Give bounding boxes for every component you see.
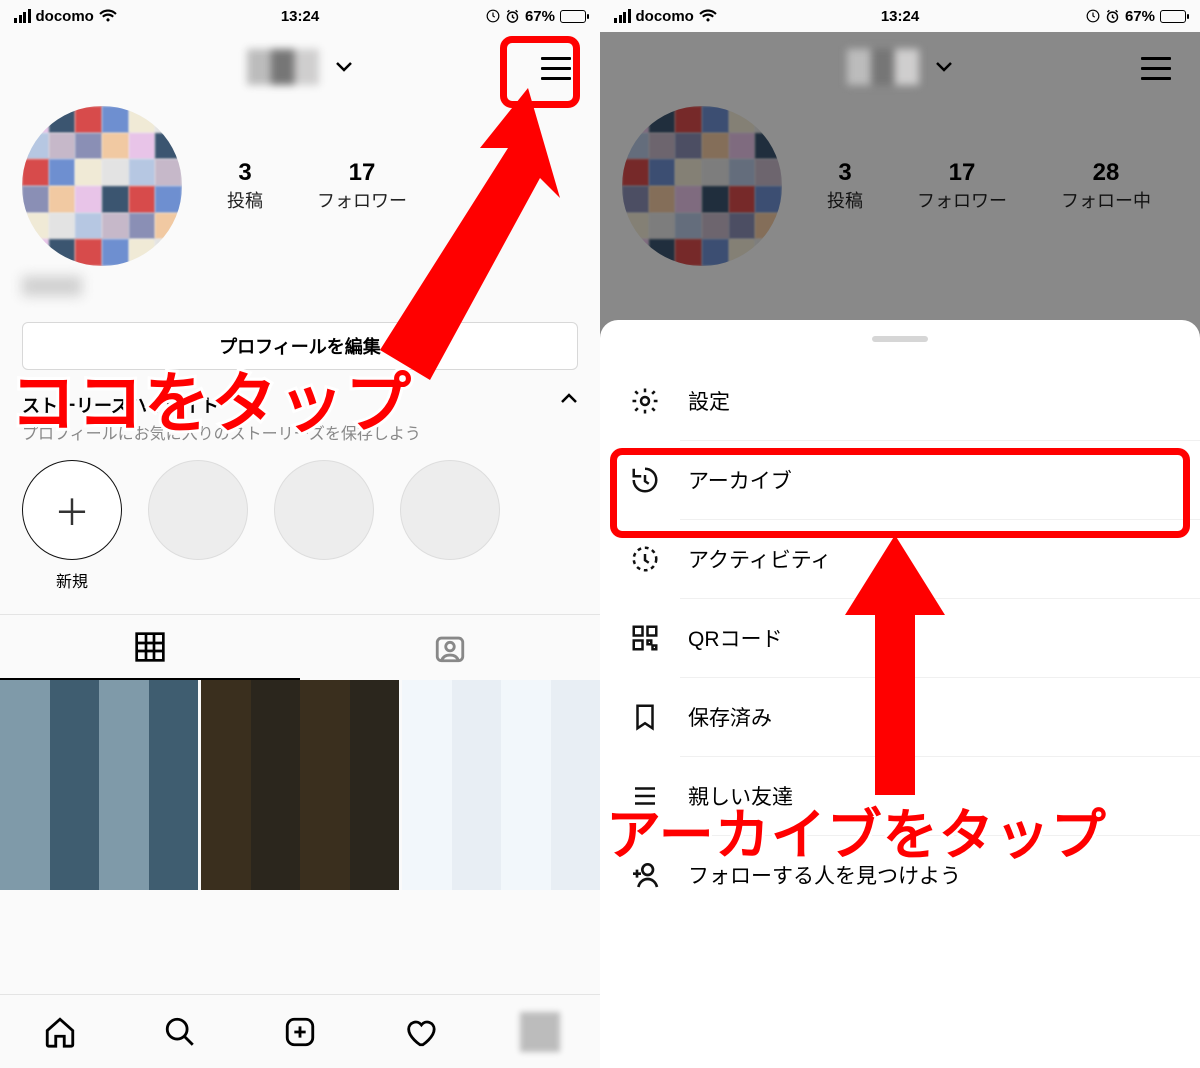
grid-tab[interactable] [0, 615, 300, 680]
highlight-placeholder [274, 460, 374, 592]
tagged-icon [433, 631, 467, 665]
battery-icon [560, 10, 586, 23]
battery-pct: 67% [1125, 8, 1155, 25]
username-blurred [847, 49, 919, 85]
profile-header [600, 32, 1200, 102]
annotation-text-tap-here: ココをタップ [10, 350, 412, 446]
highlight-placeholder [148, 460, 248, 592]
posts-label: 投稿 [227, 187, 263, 213]
plus-icon: ＋ [22, 460, 122, 560]
menu-activity-label: アクティビティ [688, 544, 831, 574]
create-icon [283, 1015, 317, 1049]
bottom-nav [0, 994, 600, 1068]
posts-grid [0, 680, 600, 890]
carrier-label: docomo [636, 8, 694, 25]
following-stat[interactable]: 28 フォロー中 [1061, 159, 1151, 213]
followers-stat[interactable]: 17 フォロワー [917, 159, 1007, 213]
annotation-arrow-left [320, 80, 560, 380]
annotation-arrow-right [840, 535, 950, 795]
hamburger-menu-button[interactable] [1134, 46, 1178, 90]
chevron-down-icon [335, 61, 353, 73]
post-thumbnail[interactable] [402, 680, 600, 890]
highlight-new[interactable]: ＋ 新規 [22, 460, 122, 592]
annotation-text-tap-archive: アーカイブをタップ [606, 790, 1107, 870]
alarm-icon [505, 9, 520, 24]
post-thumbnail[interactable] [201, 680, 399, 890]
status-bar: docomo 13:24 67% [0, 0, 600, 32]
battery-icon [1160, 10, 1186, 23]
post-thumbnail[interactable] [0, 680, 198, 890]
qrcode-icon [628, 621, 662, 655]
battery-pct: 67% [525, 8, 555, 25]
signal-icon [14, 9, 31, 23]
menu-saved-label: 保存済み [688, 702, 772, 732]
clock: 13:24 [281, 8, 319, 25]
menu-settings-label: 設定 [688, 386, 730, 416]
tagged-tab[interactable] [300, 615, 600, 680]
posts-count: 3 [227, 159, 263, 187]
signal-icon [614, 9, 631, 23]
nav-home[interactable] [0, 995, 120, 1068]
highlight-new-label: 新規 [22, 568, 122, 592]
username-dropdown[interactable] [847, 49, 953, 85]
username-blurred [247, 49, 319, 85]
bookmark-icon [628, 700, 662, 734]
carrier-label: docomo [36, 8, 94, 25]
search-icon [163, 1015, 197, 1049]
wifi-icon [99, 9, 117, 23]
screenshot-left: docomo 13:24 67% [0, 0, 600, 1068]
sheet-handle[interactable] [872, 336, 928, 342]
chevron-down-icon [935, 61, 953, 73]
wifi-icon [699, 9, 717, 23]
grid-icon [134, 631, 166, 663]
heart-icon [403, 1015, 437, 1049]
profile-thumb [520, 1012, 560, 1052]
rotation-lock-icon [1086, 9, 1100, 23]
highlight-placeholder [400, 460, 500, 592]
status-bar: docomo 13:24 67% [600, 0, 1200, 32]
menu-qrcode-label: QRコード [688, 623, 783, 653]
clock: 13:24 [881, 8, 919, 25]
profile-avatar[interactable] [22, 106, 182, 266]
screenshot-right: docomo 13:24 67% [600, 0, 1200, 1068]
annotation-box-archive [610, 448, 1190, 538]
nav-profile[interactable] [480, 995, 600, 1068]
activity-icon [628, 542, 662, 576]
posts-stat[interactable]: 3 投稿 [827, 159, 863, 213]
nav-search[interactable] [120, 995, 240, 1068]
gear-icon [628, 384, 662, 418]
home-icon [43, 1015, 77, 1049]
posts-stat[interactable]: 3 投稿 [227, 159, 263, 213]
rotation-lock-icon [486, 9, 500, 23]
story-highlights-row: ＋ 新規 [0, 460, 600, 614]
nav-create[interactable] [240, 995, 360, 1068]
alarm-icon [1105, 9, 1120, 24]
nav-activity[interactable] [360, 995, 480, 1068]
menu-settings[interactable]: 設定 [600, 362, 1200, 440]
profile-avatar[interactable] [622, 106, 782, 266]
stories-chevron-icon[interactable] [560, 392, 578, 418]
